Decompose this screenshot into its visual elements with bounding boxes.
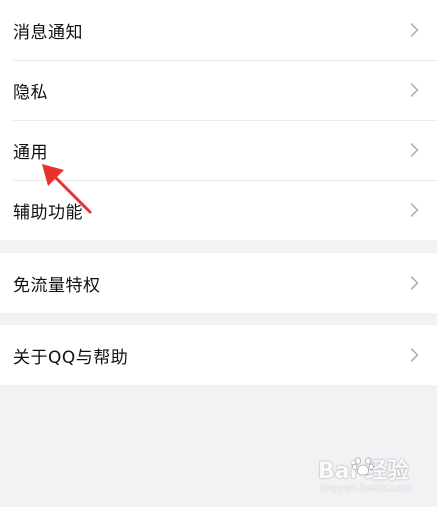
settings-item-label: 关于QQ与帮助: [13, 347, 129, 368]
chevron-right-icon: [410, 23, 419, 37]
chevron-right-icon: [410, 83, 419, 97]
chevron-right-icon: [410, 143, 419, 157]
settings-group-1: 消息通知 隐私 通用 辅助功能: [0, 0, 437, 240]
chevron-right-icon: [410, 203, 419, 217]
watermark-url: jingyan.baidu.com: [320, 483, 413, 494]
settings-item-general[interactable]: 通用: [0, 120, 437, 180]
settings-group-2: 免流量特权: [0, 253, 437, 313]
settings-item-privacy[interactable]: 隐私: [0, 60, 437, 120]
chevron-right-icon: [410, 276, 419, 290]
chevron-right-icon: [410, 348, 419, 362]
paw-icon: [352, 457, 374, 476]
settings-item-message-notifications[interactable]: 消息通知: [0, 0, 437, 60]
settings-group-3: 关于QQ与帮助: [0, 325, 437, 385]
baidu-watermark: Bai 经验 jingyan.baidu.com: [318, 453, 418, 501]
settings-item-label: 通用: [13, 142, 48, 163]
settings-item-accessibility[interactable]: 辅助功能: [0, 180, 437, 240]
watermark-logo-text: Bai 经验: [318, 459, 409, 484]
settings-item-label: 消息通知: [13, 22, 83, 43]
settings-item-label: 免流量特权: [13, 275, 101, 296]
settings-item-label: 隐私: [13, 82, 48, 103]
settings-item-about-and-help[interactable]: 关于QQ与帮助: [0, 325, 437, 385]
settings-item-data-free-privilege[interactable]: 免流量特权: [0, 253, 437, 313]
settings-item-label: 辅助功能: [13, 202, 83, 223]
